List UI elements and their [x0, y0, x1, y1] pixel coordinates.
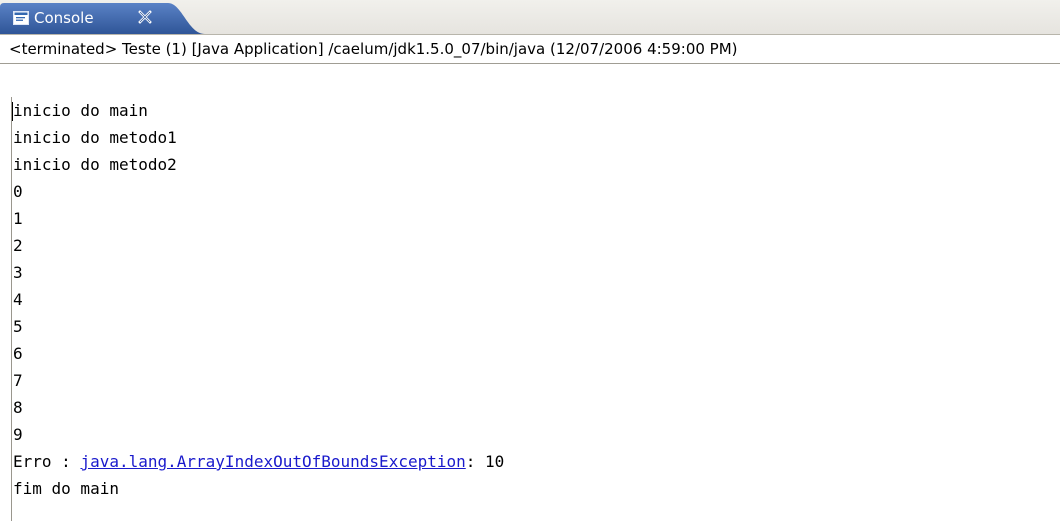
output-line: 8: [13, 398, 23, 417]
close-icon[interactable]: [138, 10, 152, 24]
output-line: 2: [13, 236, 23, 255]
tab-bar: Console: [0, 0, 1060, 35]
console-icon: [13, 11, 29, 25]
process-description: <terminated> Teste (1) [Java Application…: [9, 40, 738, 58]
output-line: inicio do main: [13, 101, 148, 120]
output-line: fim do main: [13, 479, 119, 498]
output-line: 7: [13, 371, 23, 390]
process-description-bar: <terminated> Teste (1) [Java Application…: [0, 35, 1060, 64]
tab-console-label: Console: [34, 9, 94, 27]
output-line: 6: [13, 344, 23, 363]
output-line: 4: [13, 290, 23, 309]
output-line: 3: [13, 263, 23, 282]
output-line: 5: [13, 317, 23, 336]
error-line: Erro : java.lang.ArrayIndexOutOfBoundsEx…: [13, 448, 504, 475]
output-line: 0: [13, 182, 23, 201]
console-view: Console <terminated> Teste (1) [Java App…: [0, 0, 1060, 525]
output-line: 9: [13, 425, 23, 444]
exception-link[interactable]: java.lang.ArrayIndexOutOfBoundsException: [80, 452, 465, 471]
output-line: inicio do metodo2: [13, 155, 177, 174]
tab-background: [0, 3, 205, 34]
output-border: [11, 97, 12, 521]
error-suffix: : 10: [465, 452, 505, 471]
console-output[interactable]: inicio do main inicio do metodo1 inicio …: [0, 65, 1060, 525]
tab-console[interactable]: Console: [0, 3, 205, 34]
output-line: inicio do metodo1: [13, 128, 177, 147]
output-line: 1: [13, 209, 23, 228]
error-prefix: Erro :: [13, 452, 81, 471]
